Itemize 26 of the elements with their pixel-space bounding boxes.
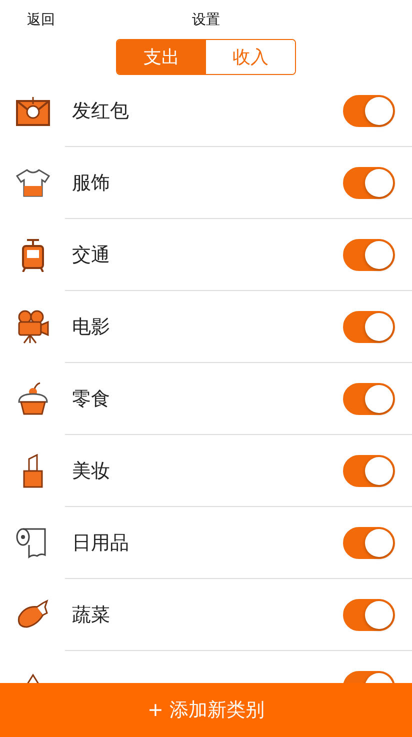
lipstick-icon (22, 453, 44, 489)
movie-camera-icon (16, 310, 50, 344)
category-name: 发红包 (72, 98, 129, 124)
category-name: 美妆 (72, 458, 110, 484)
back-link[interactable]: 返回 (27, 10, 55, 29)
toggle-switch[interactable] (343, 454, 395, 486)
page-title: 设置 (192, 10, 220, 29)
category-name: 交通 (72, 242, 110, 268)
shirt-icon (14, 168, 50, 198)
category-name: 零食 (72, 386, 110, 412)
tram-icon (20, 238, 46, 272)
toggle-switch[interactable] (343, 526, 395, 558)
toggle-switch[interactable] (343, 310, 395, 342)
category-name: 服饰 (72, 170, 110, 196)
toggle-switch[interactable] (343, 166, 395, 198)
add-category-button[interactable]: + 添加新类别 (0, 683, 412, 737)
toggle-switch[interactable] (343, 382, 395, 414)
envelope-icon (16, 96, 50, 126)
toggle-switch[interactable] (343, 238, 395, 270)
category-name: 日用品 (72, 530, 129, 556)
toggle-switch[interactable] (343, 598, 395, 630)
cupcake-icon (16, 382, 50, 416)
segment-tab[interactable]: 支出 (117, 40, 206, 74)
toggle-switch[interactable] (343, 94, 395, 126)
category-name: 蔬菜 (72, 602, 110, 628)
category-name: 电影 (72, 314, 110, 340)
